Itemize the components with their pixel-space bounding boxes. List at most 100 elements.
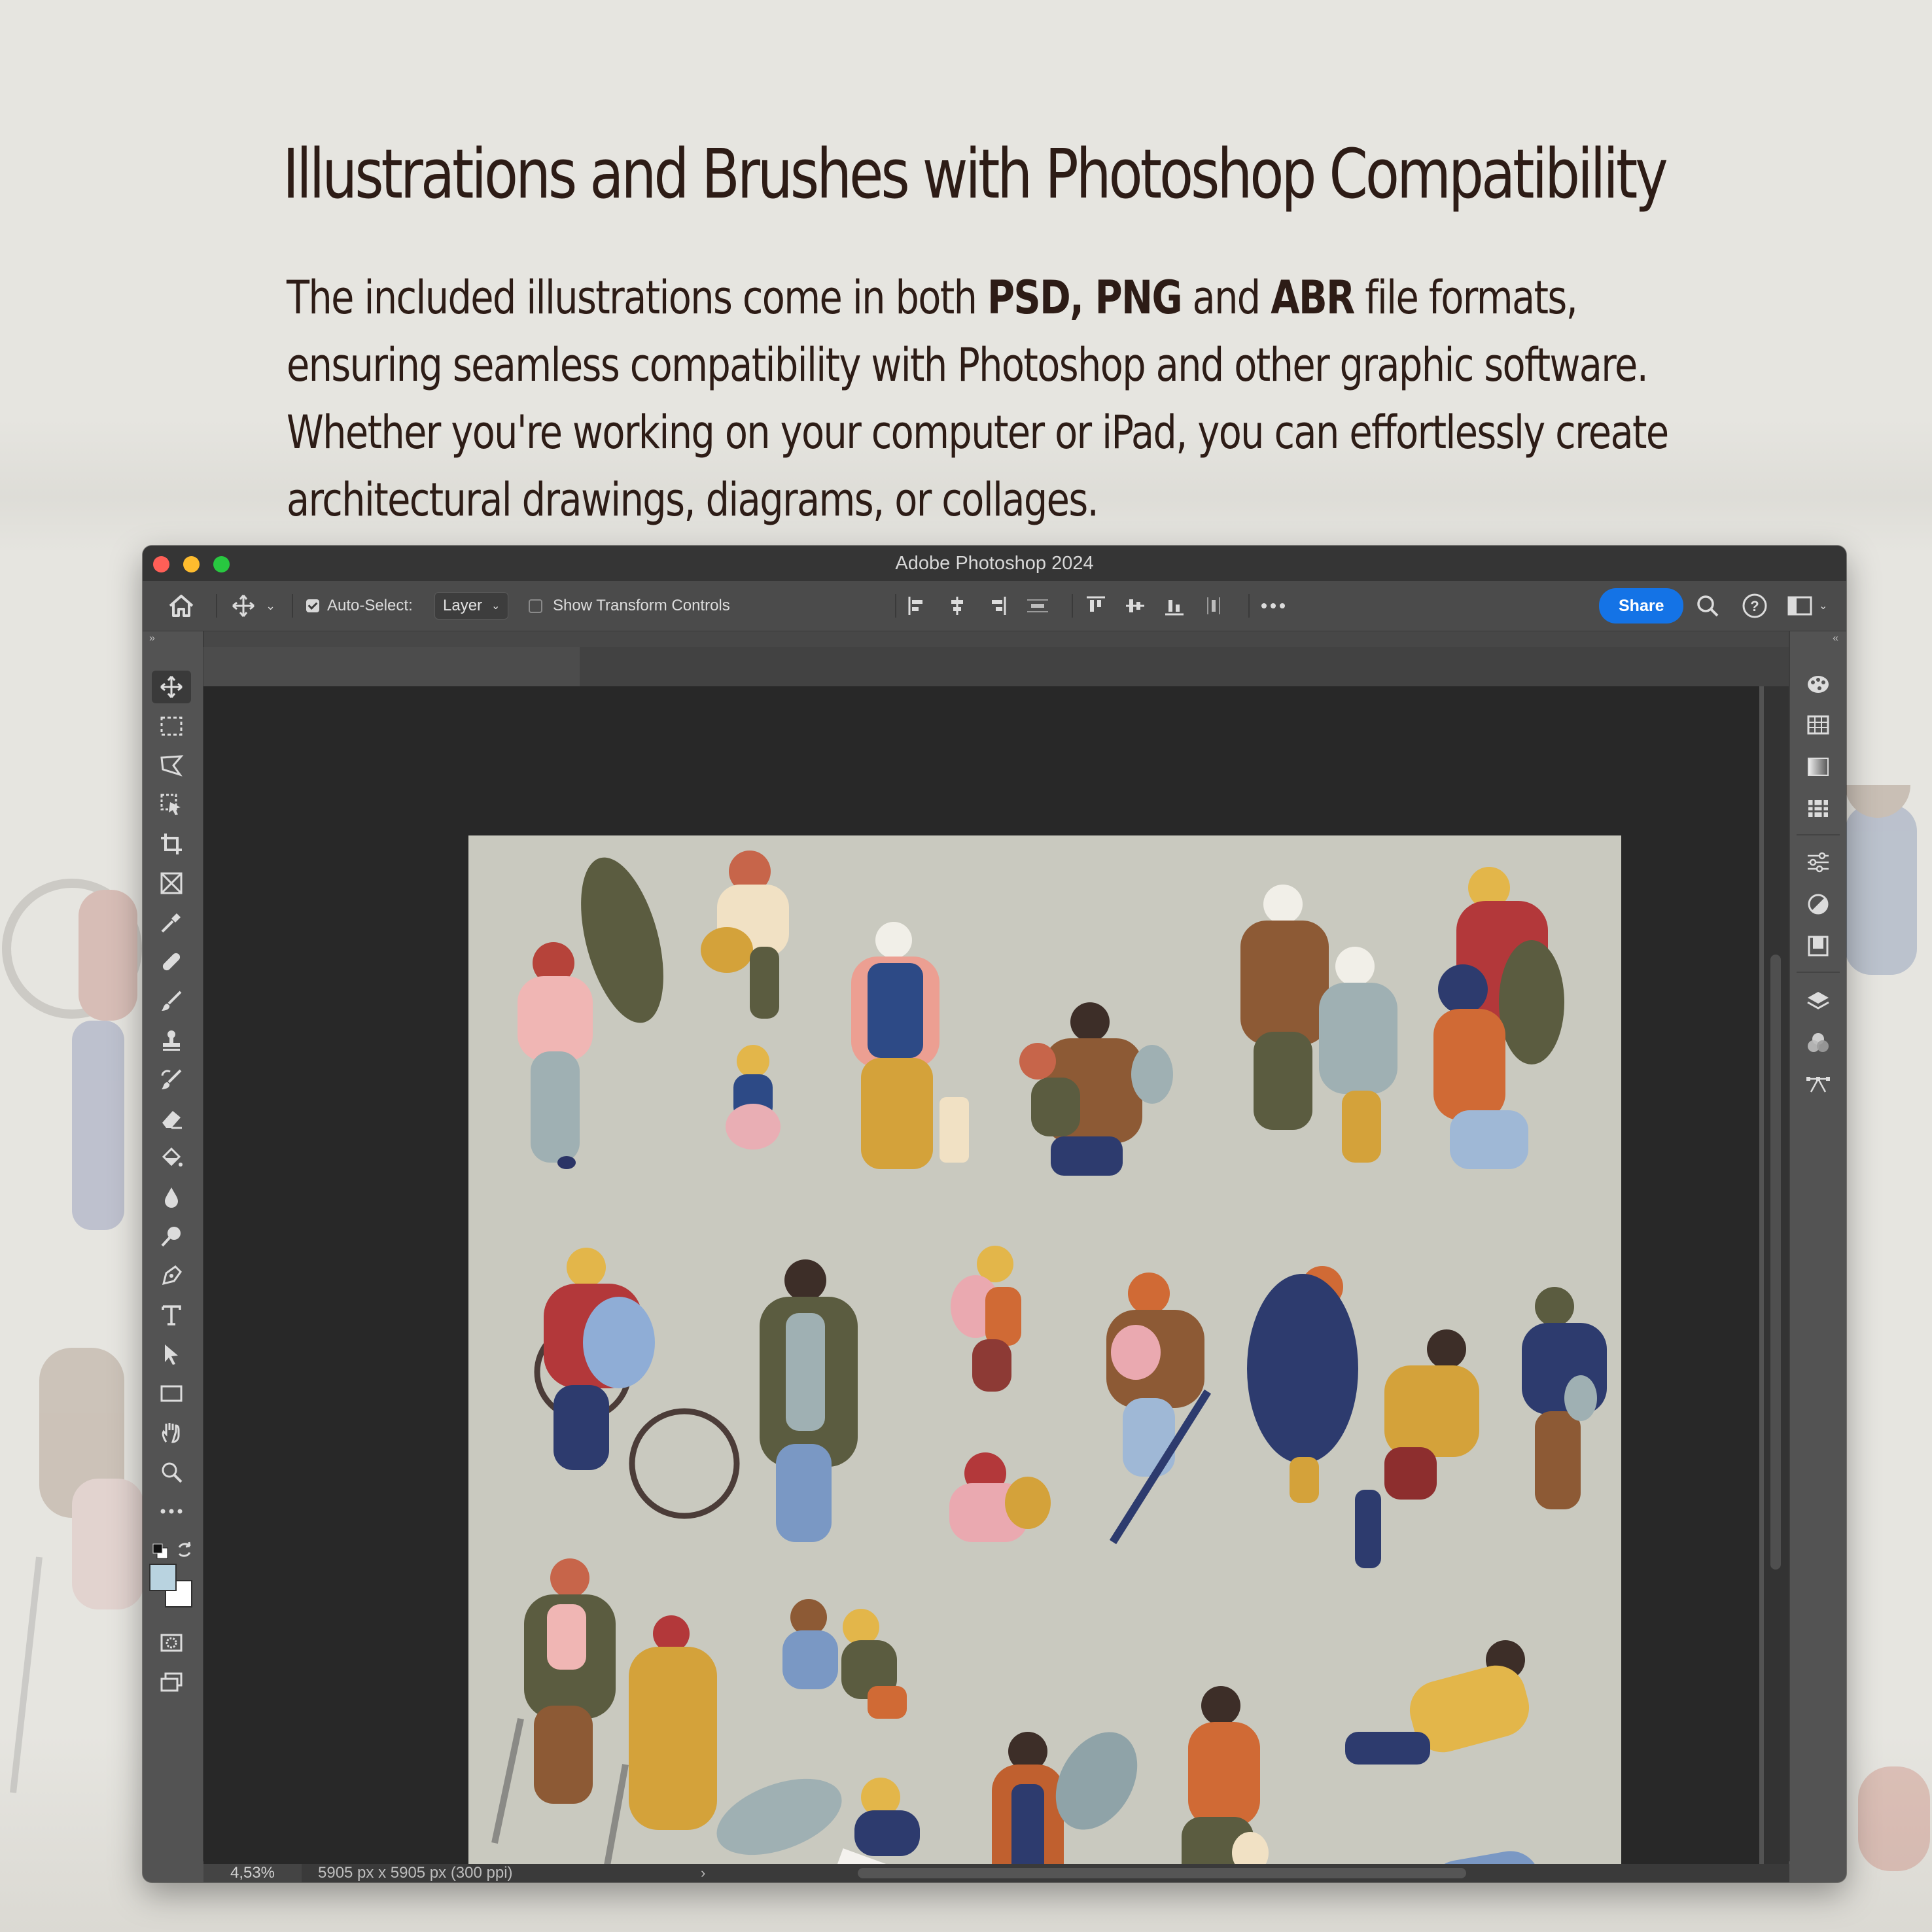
expand-panel-icon[interactable]: » [149,633,155,644]
screen-mode-button[interactable] [152,1666,191,1698]
crop-tool[interactable] [152,828,191,860]
quick-mask-icon [160,1634,183,1652]
distribute-vertical-icon[interactable] [1203,595,1225,617]
dodge-tool[interactable] [152,1220,191,1253]
align-right-icon[interactable] [985,595,1008,617]
marquee-tool[interactable] [152,710,191,743]
patterns-panel-button[interactable] [1802,794,1835,824]
panel-divider [1797,972,1840,973]
auto-select-checkbox[interactable] [306,599,319,612]
paths-icon [1806,1077,1830,1093]
separator [895,594,896,618]
move-icon [232,595,255,617]
vertical-scroll-thumb[interactable] [1770,955,1781,1570]
object-select-tool[interactable] [152,788,191,821]
zoom-window-button[interactable] [213,556,230,572]
adjustments-panel-button[interactable] [1802,889,1835,919]
frame-icon [160,872,183,894]
gradients-panel-button[interactable] [1802,752,1835,782]
brush-tool[interactable] [152,985,191,1017]
align-hcenter-icon[interactable] [946,595,968,617]
intro-bold-abr: ABR [1271,271,1355,325]
swap-colors-button[interactable] [175,1541,194,1562]
rectangle-tool[interactable] [152,1377,191,1410]
document-canvas[interactable] [468,835,1621,1882]
separator [292,594,293,618]
color-panel-button[interactable] [1802,669,1835,699]
stamp-tool[interactable] [152,1024,191,1057]
channels-icon [1808,1033,1829,1052]
panel-divider [1797,834,1840,835]
document-tab[interactable] [203,647,580,686]
auto-select-control[interactable]: Auto-Select: [306,581,413,631]
horizontal-scroll-thumb[interactable] [858,1868,1466,1878]
quick-mask-button[interactable] [152,1626,191,1659]
libraries-panel-button[interactable] [1802,931,1835,961]
swatches-icon [1807,715,1829,735]
zoom-tool[interactable] [152,1456,191,1488]
lasso-tool[interactable] [152,749,191,782]
figure-bike-man [534,1248,740,1519]
pen-tool[interactable] [152,1259,191,1292]
pen-icon [162,1265,182,1286]
right-panel-strip: « [1789,631,1846,1861]
bucket-icon [162,1147,183,1167]
search-button[interactable] [1696,581,1719,631]
paths-panel-button[interactable] [1802,1070,1835,1100]
blur-tool[interactable] [152,1181,191,1214]
align-vcenter-icon[interactable] [1124,595,1146,617]
type-tool[interactable] [152,1299,191,1331]
frame-tool[interactable] [152,867,191,900]
page-headline: Illustrations and Brushes with Photoshop… [283,134,1668,214]
drop-icon [165,1187,178,1208]
align-bottom-icon[interactable] [1163,595,1186,617]
paint-bucket-tool[interactable] [152,1142,191,1174]
share-button[interactable]: Share [1599,588,1684,624]
gradient-icon [1808,758,1829,776]
swatches-panel-button[interactable] [1802,710,1835,740]
healing-tool[interactable] [152,945,191,978]
figure-dancing-pair [1345,1640,1554,1882]
channels-panel-button[interactable] [1802,1028,1835,1058]
history-brush-tool[interactable] [152,1063,191,1096]
show-transform-checkbox[interactable] [529,599,542,613]
chevron-right-icon[interactable]: › [701,1864,705,1882]
illustration-artwork [491,851,1607,1882]
brush-icon [162,991,182,1011]
separator [1072,594,1073,618]
more-tools-button[interactable] [152,1495,191,1528]
foreground-color-swatch[interactable] [149,1564,177,1591]
align-group [907,581,1051,631]
figure-scooter-pair [491,1558,717,1882]
eyedropper-tool[interactable] [152,906,191,939]
properties-panel-button[interactable] [1802,847,1835,877]
move-tool[interactable] [152,671,191,703]
intro-bold-formats: PSD, PNG [987,271,1183,325]
collapse-panel-icon[interactable]: « [1833,633,1838,644]
align-left-icon[interactable] [907,595,929,617]
document-tab-strip [203,647,1789,686]
eraser-tool[interactable] [152,1102,191,1135]
move-tool-preset[interactable]: ⌄ [230,581,275,631]
layers-panel-button[interactable] [1802,986,1835,1016]
auto-select-dropdown[interactable]: Layer ⌄ [434,592,509,620]
chevron-down-icon: ⌄ [266,599,276,612]
figure-mustard-vest [1355,1329,1479,1568]
zoom-level-field[interactable]: 4,53% [203,1864,302,1882]
swap-icon [178,1541,191,1557]
home-button[interactable] [167,581,195,631]
hand-tool[interactable] [152,1416,191,1449]
figure-vest-man [851,922,969,1169]
title-bar: Adobe Photoshop 2024 [143,546,1846,581]
show-transform-control[interactable]: Show Transform Controls [529,581,730,631]
close-window-button[interactable] [153,556,169,572]
more-options-button[interactable] [1260,581,1286,631]
path-select-tool[interactable] [152,1338,191,1371]
workspace-button[interactable]: ⌄ [1787,581,1827,631]
separator [1248,594,1250,618]
align-top-icon[interactable] [1085,595,1107,617]
help-button[interactable]: ? [1742,581,1768,631]
distribute-icon[interactable] [1025,595,1051,617]
minimize-window-button[interactable] [183,556,200,572]
default-colors-button[interactable] [152,1543,169,1563]
